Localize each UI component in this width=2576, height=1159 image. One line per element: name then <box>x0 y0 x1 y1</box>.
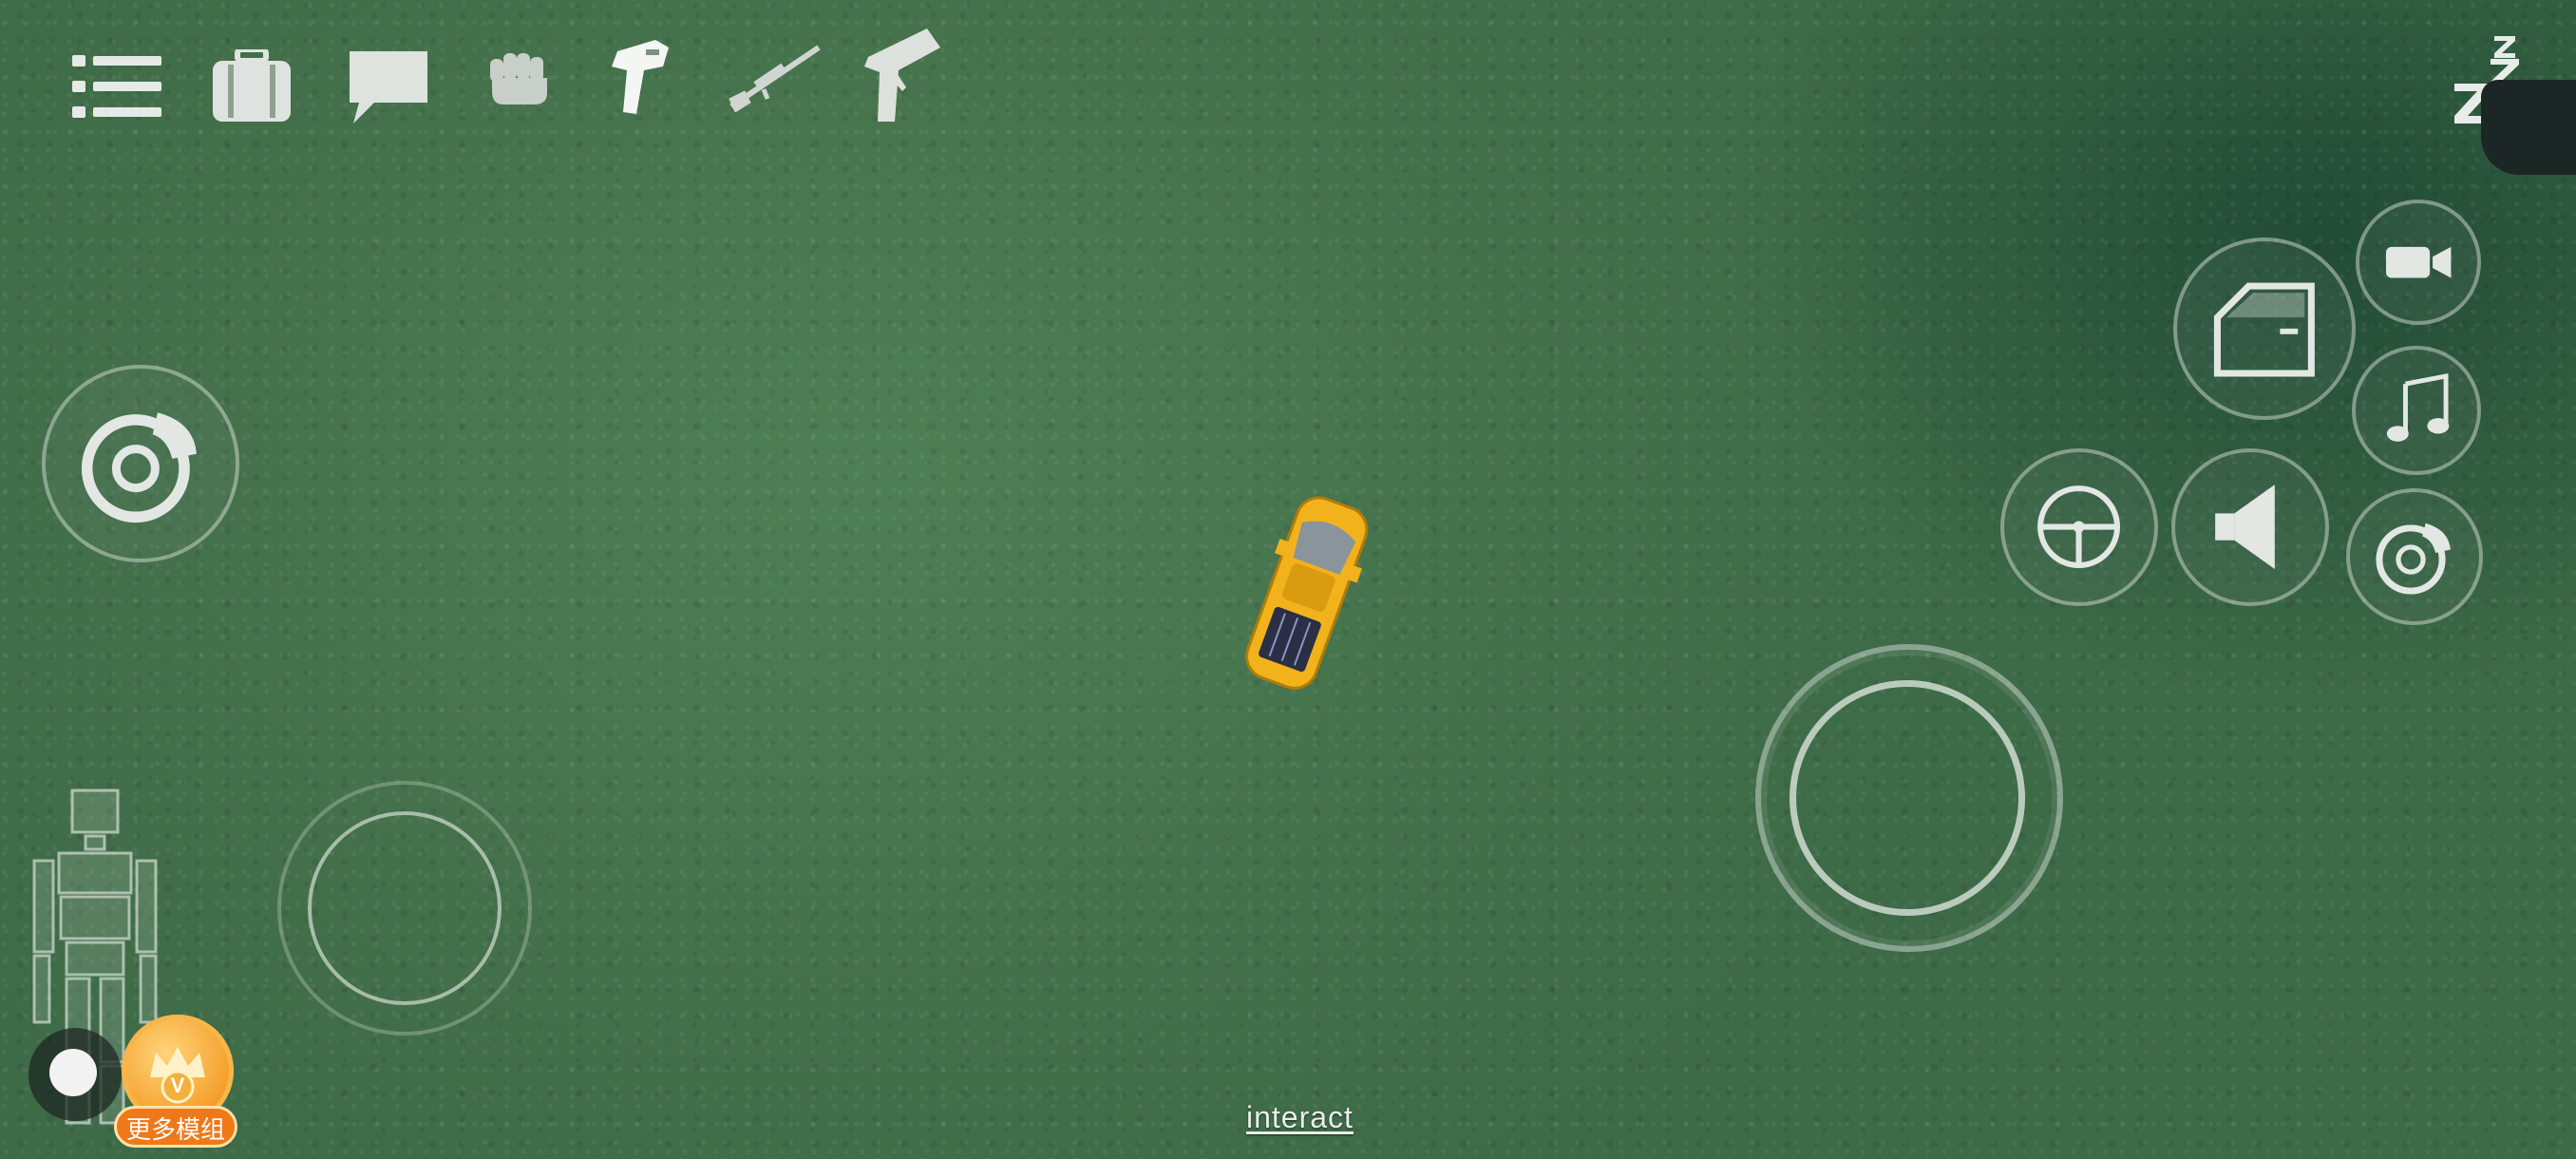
corner-tab <box>2481 80 2576 175</box>
video-camera-icon <box>2385 246 2452 278</box>
pistol-icon[interactable] <box>861 28 940 122</box>
handbrake-button[interactable] <box>42 365 239 562</box>
car-door-icon <box>2213 282 2315 377</box>
brake-disc-icon <box>2376 523 2452 596</box>
camera-toggle[interactable] <box>28 1028 122 1121</box>
more-mods-label: 更多模组 <box>114 1106 237 1148</box>
camera-joystick-knob[interactable] <box>1790 680 2025 916</box>
sniper-rifle-icon[interactable] <box>726 44 821 112</box>
menu-icon[interactable] <box>72 53 161 120</box>
camera-view-button[interactable] <box>2356 200 2481 325</box>
movement-joystick-knob[interactable] <box>308 811 502 1005</box>
chat-icon[interactable] <box>350 51 427 124</box>
brake-button[interactable] <box>2346 488 2483 625</box>
steering-wheel-icon <box>2037 485 2121 569</box>
stun-gun-icon[interactable] <box>608 38 671 114</box>
horn-button[interactable] <box>2171 448 2329 606</box>
toggle-knob <box>49 1049 97 1096</box>
fist-icon[interactable] <box>490 53 549 104</box>
brake-disc-icon <box>81 412 197 523</box>
player-car <box>1221 490 1392 699</box>
exit-vehicle-button[interactable] <box>2173 238 2356 420</box>
radio-button[interactable] <box>2352 346 2481 475</box>
interact-button[interactable]: interact <box>1246 1100 1354 1135</box>
music-note-icon <box>2386 372 2450 442</box>
inventory-icon[interactable] <box>213 49 291 122</box>
speaker-icon <box>2215 484 2276 570</box>
more-mods-badge[interactable]: V 更多模组 <box>114 1015 237 1148</box>
mods-badge-letter: V <box>170 1074 185 1097</box>
steering-button[interactable] <box>2000 448 2158 606</box>
